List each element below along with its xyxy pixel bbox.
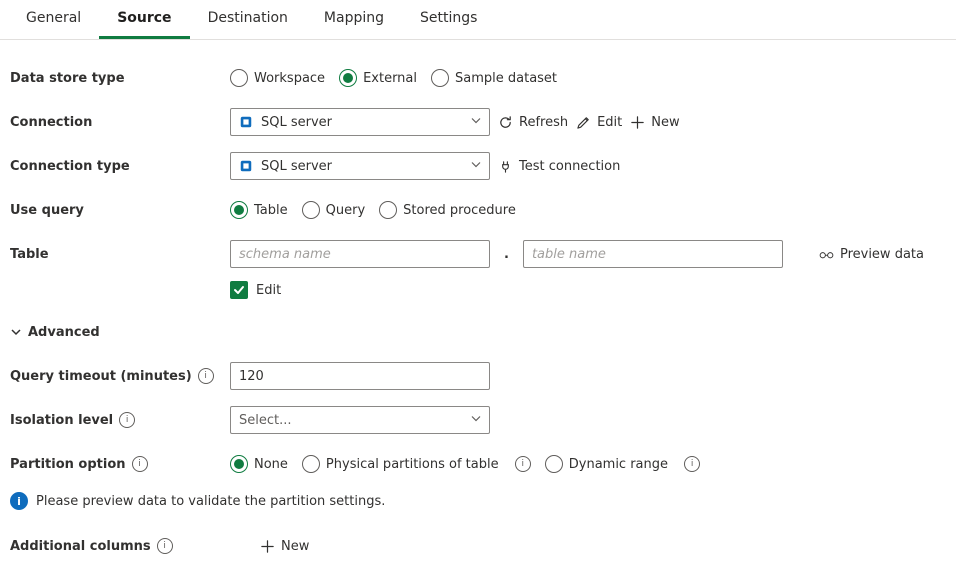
label-partition: Partition option i xyxy=(10,456,230,472)
radio-partition-none[interactable]: None xyxy=(230,455,288,473)
tab-settings[interactable]: Settings xyxy=(402,0,495,39)
label-data-store-type: Data store type xyxy=(10,71,230,86)
label-connection-type: Connection type xyxy=(10,159,230,174)
radio-workspace[interactable]: Workspace xyxy=(230,69,325,87)
table-edit-checkbox[interactable] xyxy=(230,281,248,299)
connection-value: SQL server xyxy=(261,115,332,130)
plug-icon xyxy=(498,159,513,174)
tab-destination[interactable]: Destination xyxy=(190,0,306,39)
refresh-button[interactable]: Refresh xyxy=(498,115,568,130)
label-isolation: Isolation level i xyxy=(10,412,230,428)
radio-partition-none-label: None xyxy=(254,457,288,472)
chevron-down-icon xyxy=(471,413,481,428)
new-connection-label: New xyxy=(651,115,679,130)
timeout-input-field[interactable] xyxy=(231,363,489,389)
radio-partition-dynamic[interactable]: Dynamic range i xyxy=(545,455,700,473)
radio-external-label: External xyxy=(363,71,417,86)
advanced-expander[interactable]: Advanced xyxy=(10,325,100,340)
plus-icon xyxy=(260,539,275,554)
source-form: Data store type Workspace External Sampl… xyxy=(0,40,956,568)
preview-data-button[interactable]: Preview data xyxy=(819,247,924,262)
schema-table-separator: . xyxy=(498,247,515,262)
radio-workspace-label: Workspace xyxy=(254,71,325,86)
edit-connection-label: Edit xyxy=(597,115,622,130)
sqlserver-icon xyxy=(239,115,253,129)
label-connection: Connection xyxy=(10,115,230,130)
chevron-down-icon xyxy=(471,115,481,130)
label-additional-columns: Additional columns i xyxy=(10,538,230,554)
table-edit-label: Edit xyxy=(256,283,281,298)
tab-source[interactable]: Source xyxy=(99,0,189,39)
add-column-button[interactable]: New xyxy=(260,539,309,554)
new-connection-button[interactable]: New xyxy=(630,115,679,130)
label-table: Table xyxy=(10,247,230,262)
connection-type-value: SQL server xyxy=(261,159,332,174)
info-icon[interactable]: i xyxy=(157,538,173,554)
timeout-input[interactable] xyxy=(230,362,490,390)
plus-icon xyxy=(630,115,645,130)
radio-table[interactable]: Table xyxy=(230,201,288,219)
info-icon[interactable]: i xyxy=(515,456,531,472)
radio-external[interactable]: External xyxy=(339,69,417,87)
edit-connection-button[interactable]: Edit xyxy=(576,115,622,130)
connection-type-select[interactable]: SQL server xyxy=(230,152,490,180)
radio-query[interactable]: Query xyxy=(302,201,366,219)
test-connection-button[interactable]: Test connection xyxy=(498,159,620,174)
label-use-query: Use query xyxy=(10,203,230,218)
info-icon[interactable]: i xyxy=(198,368,214,384)
glasses-icon xyxy=(819,247,834,262)
partition-info-text: Please preview data to validate the part… xyxy=(36,494,385,509)
sqlserver-icon xyxy=(239,159,253,173)
radio-partition-dynamic-label: Dynamic range xyxy=(569,457,668,472)
radio-sample-dataset-label: Sample dataset xyxy=(455,71,557,86)
isolation-select[interactable]: Select... xyxy=(230,406,490,434)
radio-sample-dataset[interactable]: Sample dataset xyxy=(431,69,557,87)
tab-general[interactable]: General xyxy=(8,0,99,39)
check-icon xyxy=(233,284,245,296)
partition-info-message: i Please preview data to validate the pa… xyxy=(10,486,946,518)
schema-input[interactable] xyxy=(230,240,490,268)
preview-data-label: Preview data xyxy=(840,247,924,262)
info-icon[interactable]: i xyxy=(684,456,700,472)
radio-stored-procedure-label: Stored procedure xyxy=(403,203,516,218)
schema-input-field[interactable] xyxy=(231,241,489,267)
info-icon[interactable]: i xyxy=(132,456,148,472)
tab-strip: General Source Destination Mapping Setti… xyxy=(0,0,956,40)
connection-select[interactable]: SQL server xyxy=(230,108,490,136)
radio-query-label: Query xyxy=(326,203,366,218)
add-column-label: New xyxy=(281,539,309,554)
refresh-icon xyxy=(498,115,513,130)
refresh-label: Refresh xyxy=(519,115,568,130)
advanced-label: Advanced xyxy=(28,325,100,340)
chevron-down-icon xyxy=(10,326,22,338)
table-input-field[interactable] xyxy=(524,241,782,267)
pencil-icon xyxy=(576,115,591,130)
label-timeout: Query timeout (minutes) i xyxy=(10,368,230,384)
radio-partition-physical-label: Physical partitions of table xyxy=(326,457,499,472)
radio-stored-procedure[interactable]: Stored procedure xyxy=(379,201,516,219)
info-icon[interactable]: i xyxy=(119,412,135,428)
chevron-down-icon xyxy=(471,159,481,174)
test-connection-label: Test connection xyxy=(519,159,620,174)
isolation-placeholder: Select... xyxy=(239,413,292,428)
radio-table-label: Table xyxy=(254,203,288,218)
tab-mapping[interactable]: Mapping xyxy=(306,0,402,39)
table-input[interactable] xyxy=(523,240,783,268)
info-solid-icon: i xyxy=(10,492,28,510)
radio-partition-physical[interactable]: Physical partitions of table i xyxy=(302,455,531,473)
